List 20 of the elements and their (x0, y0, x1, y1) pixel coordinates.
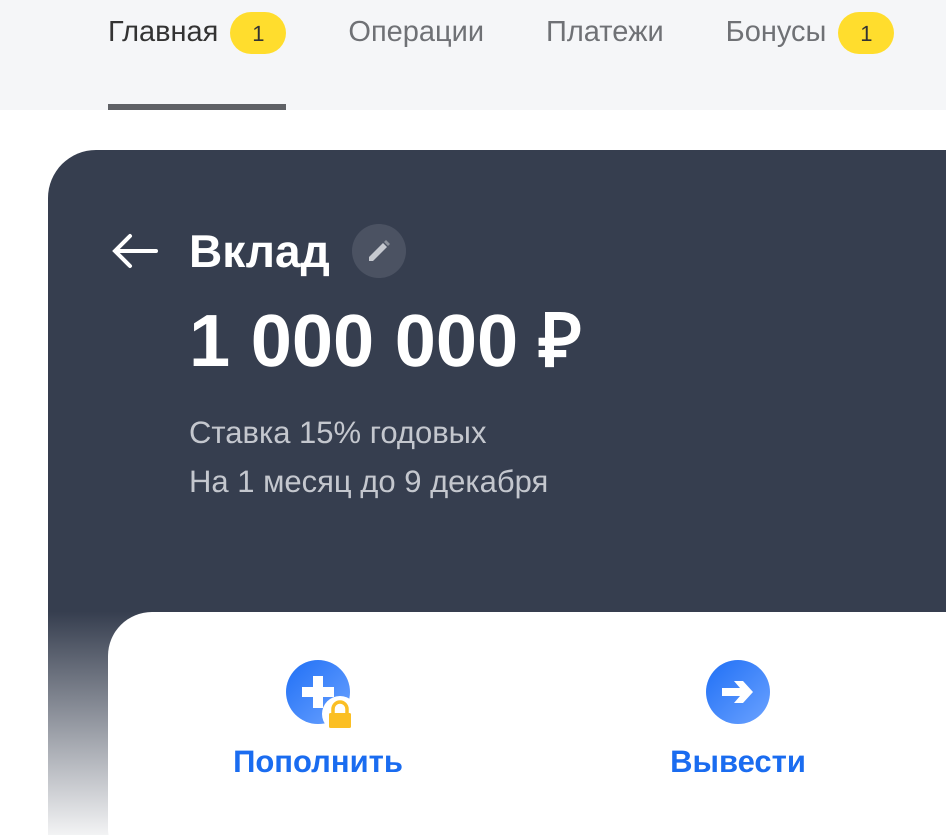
deposit-detail: Ставка 15% годовых (189, 414, 488, 452)
tab[interactable]: Бонусы 1 (726, 0, 894, 110)
tab[interactable]: Платежи (546, 0, 664, 110)
deposit-title: Вклад (189, 225, 330, 277)
action-label: Пополнить (233, 743, 403, 781)
count-badge: 1 (838, 12, 894, 54)
tab-label: Главная (108, 15, 218, 50)
deposit-amount: 1 000 000 ₽ (189, 298, 583, 384)
back-arrow-icon[interactable] (112, 232, 158, 270)
action-button[interactable]: Вывести (528, 612, 946, 835)
tab-label: Платежи (546, 15, 664, 50)
deposit-detail: На 1 месяц до 9 декабря (189, 463, 550, 501)
count-badge: 1 (230, 12, 286, 54)
tab[interactable]: Главная 1 (108, 0, 286, 110)
tab[interactable]: Операции (348, 0, 484, 110)
arrow-right-icon (706, 660, 770, 724)
tab-label: Бонусы (726, 15, 826, 50)
tab-label: Операции (348, 15, 484, 50)
action-button[interactable]: Пополнить (108, 612, 528, 835)
action-label: Вывести (670, 743, 806, 781)
